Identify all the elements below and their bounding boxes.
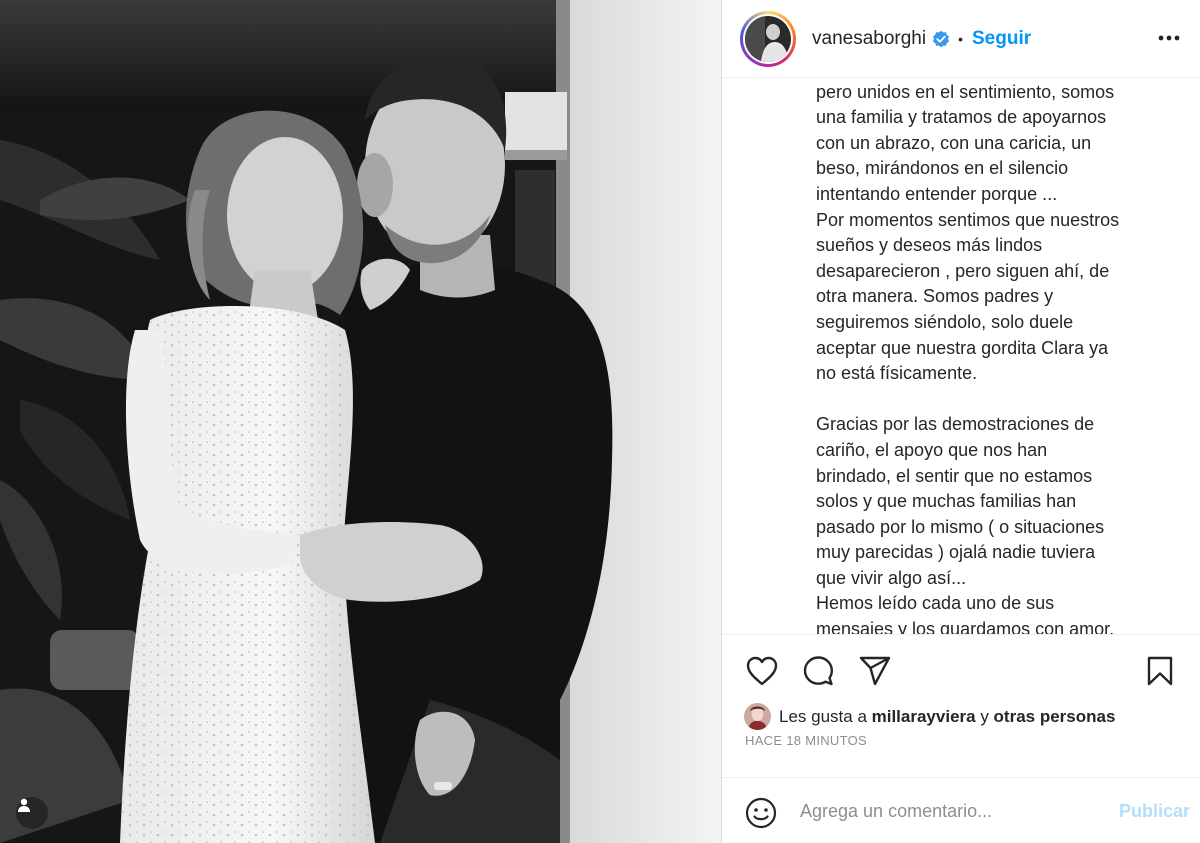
like-icon[interactable]	[745, 655, 779, 692]
liker-username-link[interactable]: millarayviera	[872, 707, 976, 727]
post-photo[interactable]	[0, 0, 721, 843]
verified-badge-icon	[932, 30, 950, 48]
username-link[interactable]: vanesaborghi	[812, 28, 926, 50]
comment-icon[interactable]	[801, 655, 835, 692]
emoji-icon[interactable]	[744, 796, 778, 835]
comment-bar: Publicar	[722, 777, 1200, 843]
post-header: vanesaborghi • Seguir	[722, 0, 1200, 78]
bookmark-icon[interactable]	[1145, 655, 1175, 692]
liker-avatar[interactable]	[744, 703, 771, 730]
post-image	[0, 0, 721, 843]
post-timestamp[interactable]: HACE 18 MINUTOS	[745, 733, 867, 748]
separator-dot: •	[958, 30, 963, 47]
other-likers-link[interactable]: otras personas	[994, 707, 1116, 727]
caption-text: y yo solos en casa, con el corazón roto,…	[816, 81, 1120, 634]
likes-prefix: Les gusta a	[779, 706, 872, 726]
follow-button[interactable]: Seguir	[972, 28, 1031, 50]
post-actions: Les gusta a millarayviera y otras person…	[722, 634, 1200, 777]
publish-button[interactable]: Publicar	[1119, 801, 1190, 822]
avatar[interactable]	[740, 10, 796, 67]
user-icon	[18, 798, 30, 812]
share-icon[interactable]	[858, 655, 892, 692]
likes-middle: y	[975, 706, 994, 726]
post-side-panel: vanesaborghi • Seguir y yo solos en casa…	[721, 0, 1200, 843]
more-options-icon[interactable]	[1155, 26, 1183, 50]
tagged-users-button[interactable]	[16, 797, 48, 829]
caption-scroll-area[interactable]: y yo solos en casa, con el corazón roto,…	[816, 78, 1156, 634]
avatar-image	[745, 15, 791, 62]
comment-input[interactable]	[800, 798, 1090, 824]
likes-summary: Les gusta a millarayviera y otras person…	[744, 703, 1115, 730]
